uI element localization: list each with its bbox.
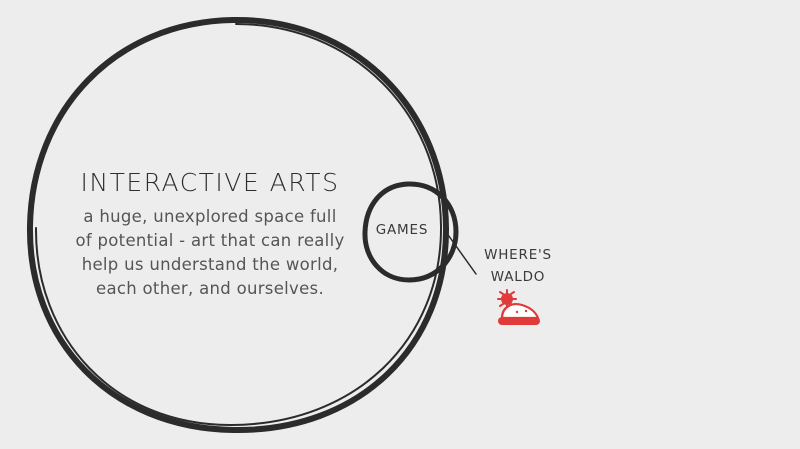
waldo-hat-icon — [497, 289, 540, 325]
description-line: help us understand the world, — [81, 255, 339, 274]
interactive-arts-description: a huge, unexplored space full of potenti… — [55, 205, 365, 301]
games-label: GAMES — [375, 222, 429, 238]
waldo-label-line: WHERE'S — [484, 247, 552, 263]
waldo-label-line: WALDO — [490, 269, 546, 285]
description-line: each other, and ourselves. — [96, 279, 324, 298]
wheres-waldo-label: WHERE'S WALDO — [470, 244, 566, 288]
venn-diagram: INTERACTIVE ARTS a huge, unexplored spac… — [0, 0, 800, 449]
interactive-arts-label: INTERACTIVE ARTS — [80, 168, 340, 197]
description-line: of potential - art that can really — [75, 231, 345, 250]
description-line: a huge, unexplored space full — [83, 207, 337, 226]
